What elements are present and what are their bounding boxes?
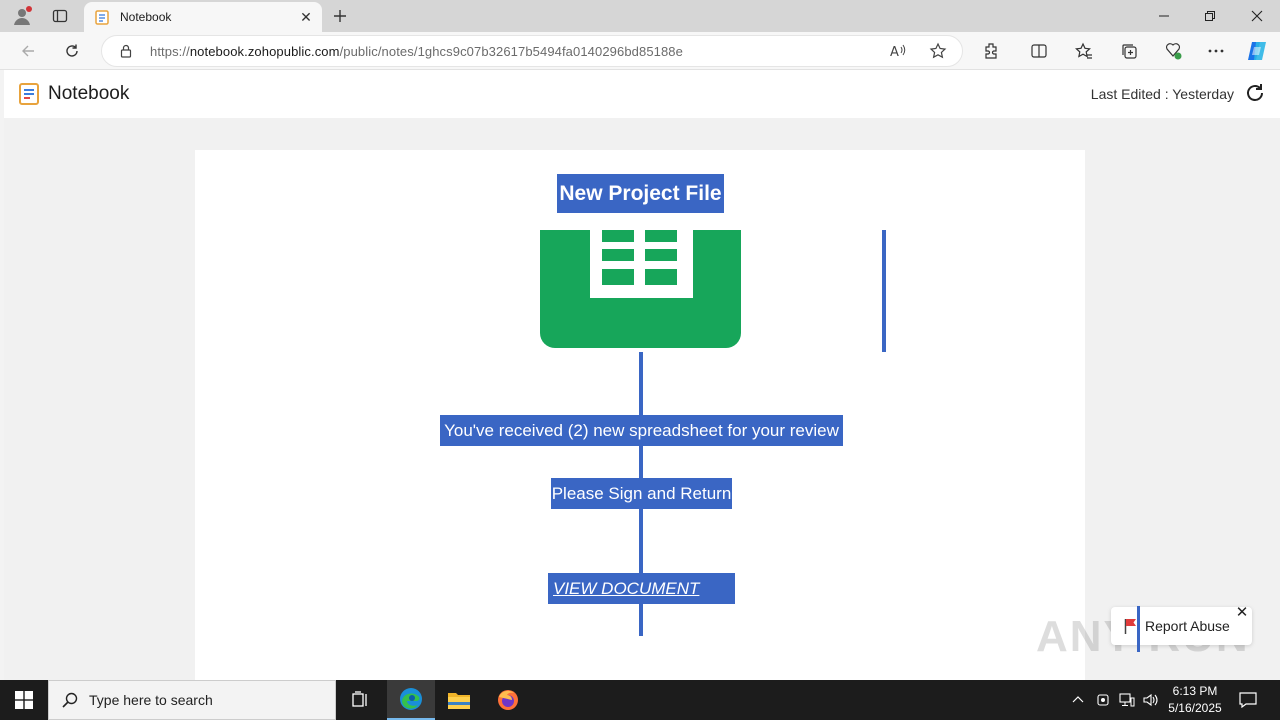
close-report-icon[interactable]: ✕ <box>1234 604 1250 621</box>
search-icon <box>62 692 78 708</box>
windows-start-icon[interactable] <box>0 680 48 720</box>
new-tab-icon[interactable] <box>328 4 352 28</box>
windows-taskbar: Type here to search 6:13 PM 5/16/2025 <box>0 680 1280 720</box>
search-placeholder: Type here to search <box>89 692 213 708</box>
note-title: New Project File <box>557 174 724 213</box>
minimize-icon[interactable] <box>1141 0 1187 32</box>
flag-icon <box>1124 619 1136 634</box>
collections-icon[interactable] <box>1117 39 1141 63</box>
browser-tab-bar: Notebook ✕ <box>0 0 1280 32</box>
firefox-icon[interactable] <box>484 680 532 720</box>
app-name: Notebook <box>48 83 130 104</box>
close-tab-icon[interactable]: ✕ <box>298 9 314 25</box>
last-edited-text: Last Edited : Yesterday <box>1090 86 1234 102</box>
report-abuse-button[interactable]: Report Abuse ✕ <box>1111 604 1252 645</box>
url-text: https://notebook.zohopublic.com/public/n… <box>150 43 683 59</box>
network-icon[interactable] <box>1117 680 1137 720</box>
refresh-icon[interactable] <box>58 39 86 63</box>
clock-time: 6:13 PM <box>1172 684 1218 698</box>
browser-essentials-icon[interactable] <box>1161 39 1185 63</box>
split-screen-icon[interactable] <box>1027 39 1051 63</box>
decorative-line <box>639 352 643 415</box>
decorative-line <box>882 230 886 352</box>
notebook-logo-icon <box>19 83 39 105</box>
restore-icon[interactable] <box>1187 0 1233 32</box>
url-field[interactable]: https://notebook.zohopublic.com/public/n… <box>101 35 963 67</box>
report-abuse-label: Report Abuse <box>1145 618 1230 634</box>
clock-date: 5/16/2025 <box>1168 701 1222 715</box>
note-message: You've received (2) new spreadsheet for … <box>440 415 843 446</box>
lock-icon[interactable] <box>118 43 134 59</box>
notification-center-icon[interactable] <box>1236 680 1260 720</box>
app-header: Notebook Last Edited : Yesterday <box>4 70 1280 118</box>
more-menu-icon[interactable] <box>1204 39 1228 63</box>
decorative-line <box>639 446 643 478</box>
read-aloud-icon[interactable]: A <box>887 40 909 62</box>
tab-title: Notebook <box>120 10 172 24</box>
taskbar-search-box[interactable]: Type here to search <box>48 680 336 720</box>
system-clock[interactable]: 6:13 PM 5/16/2025 <box>1162 683 1228 717</box>
notebook-favicon-icon <box>95 10 109 25</box>
favorite-star-icon[interactable] <box>927 40 949 62</box>
view-document-link[interactable]: VIEW DOCUMENT <box>548 573 735 604</box>
browser-tab[interactable]: Notebook ✕ <box>84 2 322 32</box>
back-icon[interactable] <box>14 39 42 63</box>
tab-actions-icon[interactable] <box>48 4 72 28</box>
volume-icon[interactable] <box>1141 680 1161 720</box>
favorites-icon[interactable] <box>1072 39 1096 63</box>
file-explorer-icon[interactable] <box>435 680 483 720</box>
note-instruction: Please Sign and Return <box>551 478 732 509</box>
decorative-line <box>1137 606 1140 652</box>
close-window-icon[interactable] <box>1234 0 1280 32</box>
copilot-icon[interactable] <box>1245 39 1269 63</box>
edge-taskbar-icon[interactable] <box>387 680 435 720</box>
reload-note-icon[interactable] <box>1244 82 1266 104</box>
profile-icon[interactable] <box>10 4 34 28</box>
extensions-icon[interactable] <box>979 39 1003 63</box>
svg-text:A: A <box>890 45 899 60</box>
meet-now-icon[interactable] <box>1094 680 1112 720</box>
decorative-line <box>639 509 643 573</box>
show-hidden-icons-chevron-icon[interactable] <box>1068 680 1088 720</box>
decorative-line <box>639 604 643 636</box>
task-view-icon[interactable] <box>336 680 384 720</box>
spreadsheet-icon <box>540 230 741 348</box>
